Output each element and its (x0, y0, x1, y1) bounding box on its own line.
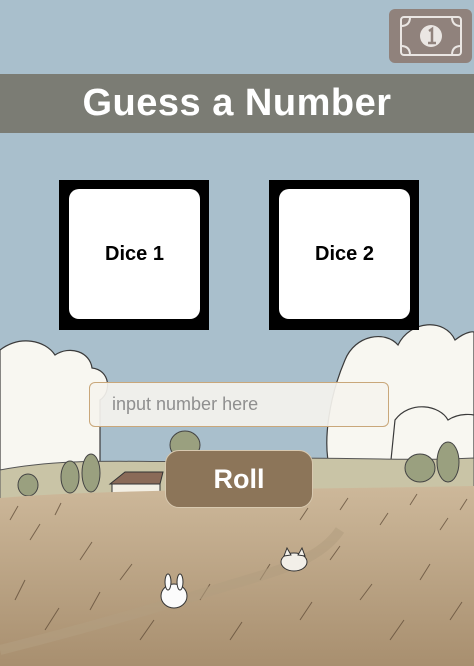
dice-1: Dice 1 (59, 180, 209, 330)
number-input[interactable] (89, 382, 389, 427)
title-bar: Guess a Number (0, 74, 474, 133)
dice-2: Dice 2 (269, 180, 419, 330)
money-bill-icon (399, 16, 462, 56)
dice-2-label: Dice 2 (279, 189, 410, 319)
money-button[interactable] (389, 9, 472, 63)
page-title: Guess a Number (82, 82, 392, 124)
roll-button[interactable]: Roll (165, 450, 313, 508)
dice-1-label: Dice 1 (69, 189, 200, 319)
